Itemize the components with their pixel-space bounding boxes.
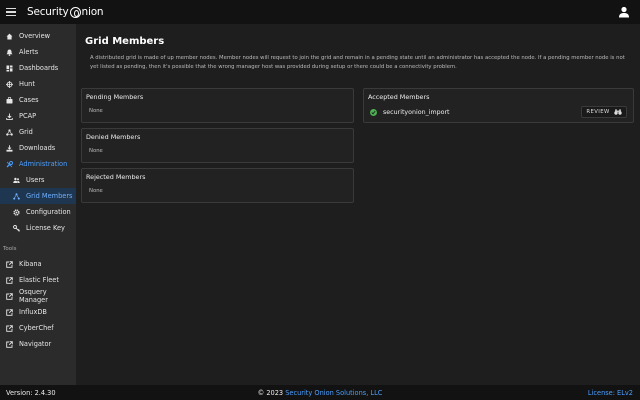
- sidebar-item-label: Administration: [19, 160, 68, 168]
- sidebar-item-cyberchef[interactable]: CyberChef: [0, 320, 76, 336]
- empty-text: None: [89, 148, 103, 154]
- brand-logo[interactable]: Security nion: [27, 6, 104, 18]
- grid-icon: [6, 128, 13, 136]
- sidebar-item-label: Cases: [19, 96, 39, 104]
- download-tray-icon: [6, 144, 13, 152]
- sidebar-item-downloads[interactable]: Downloads: [0, 140, 76, 156]
- crosshair-icon: [6, 80, 13, 88]
- accepted-members-card: Accepted Members securityonion_import RE…: [363, 88, 634, 123]
- empty-text: None: [89, 108, 103, 114]
- company-link[interactable]: Security Onion Solutions, LLC: [285, 389, 382, 397]
- card-title: Denied Members: [86, 133, 141, 141]
- external-link-icon: [6, 340, 13, 348]
- sidebar-item-grid[interactable]: Grid: [0, 124, 76, 140]
- sidebar-item-label: Hunt: [19, 80, 35, 88]
- sidebar-item-navigator[interactable]: Navigator: [0, 336, 76, 352]
- page-description: A distributed grid is made of up member …: [90, 55, 625, 70]
- sidebar-item-hunt[interactable]: Hunt: [0, 76, 76, 92]
- card-title: Rejected Members: [86, 173, 146, 181]
- sidebar-item-label: Downloads: [19, 144, 56, 152]
- card-title: Pending Members: [86, 93, 144, 101]
- sidebar-item-overview[interactable]: Overview: [0, 28, 76, 44]
- sidebar-item-pcap[interactable]: PCAP: [0, 108, 76, 124]
- sidebar-item-label: Osquery Manager: [19, 288, 48, 304]
- rejected-members-card: Rejected Members None: [81, 168, 354, 203]
- sidebar-item-cases[interactable]: Cases: [0, 92, 76, 108]
- tools-section-label: Tools: [3, 246, 17, 252]
- review-button[interactable]: REVIEW: [581, 106, 627, 118]
- sidebar-item-influxdb[interactable]: InfluxDB: [0, 304, 76, 320]
- empty-text: None: [89, 188, 103, 194]
- tools-icon: [6, 160, 13, 168]
- brand-text-left: Security: [27, 6, 69, 18]
- key-icon: [13, 224, 20, 232]
- sidebar-item-dashboards[interactable]: Dashboards: [0, 60, 76, 76]
- sidebar-item-label: Elastic Fleet: [19, 276, 59, 284]
- check-circle-icon: [370, 108, 377, 116]
- copyright-text: © 2023 Security Onion Solutions, LLC: [0, 389, 640, 397]
- sidebar-item-label: Grid Members: [26, 192, 73, 200]
- network-icon: [13, 192, 20, 200]
- external-link-icon: [6, 260, 13, 268]
- sidebar-item-configuration[interactable]: Configuration: [0, 204, 76, 220]
- sidebar-item-label: Configuration: [26, 208, 71, 216]
- download-icon: [6, 113, 13, 120]
- sidebar: Overview Alerts Dashboards Hunt Cases PC…: [0, 24, 76, 385]
- home-icon: [6, 33, 13, 40]
- sidebar-item-label: Dashboards: [19, 64, 59, 72]
- sidebar-item-kibana[interactable]: Kibana: [0, 256, 76, 272]
- sidebar-item-osquery-manager[interactable]: Osquery Manager: [0, 288, 76, 304]
- external-link-icon: [6, 308, 13, 316]
- sidebar-item-label: CyberChef: [19, 324, 54, 332]
- sidebar-item-label: License Key: [26, 224, 65, 232]
- sidebar-item-label: Alerts: [19, 48, 39, 56]
- review-button-label: REVIEW: [586, 109, 610, 115]
- sidebar-item-users[interactable]: Users: [0, 172, 76, 188]
- copyright-prefix: © 2023: [257, 389, 286, 397]
- page-title: Grid Members: [85, 36, 165, 47]
- sidebar-item-label: Grid: [19, 128, 33, 136]
- binoculars-icon: [613, 109, 622, 115]
- users-icon: [13, 177, 20, 184]
- hamburger-icon[interactable]: [6, 8, 16, 16]
- license-link[interactable]: License: ELv2: [588, 389, 633, 397]
- main-content: Grid Members A distributed grid is made …: [76, 24, 640, 385]
- sidebar-item-label: PCAP: [19, 112, 37, 120]
- sidebar-item-license-key[interactable]: License Key: [0, 220, 76, 236]
- footer: Version: 2.4.30 © 2023 Security Onion So…: [0, 385, 640, 400]
- pending-members-card: Pending Members None: [81, 88, 354, 123]
- bell-icon: [6, 49, 13, 56]
- top-bar: Security nion: [0, 0, 640, 24]
- dashboard-icon: [6, 65, 13, 72]
- sidebar-item-label: InfluxDB: [19, 308, 47, 316]
- sidebar-item-label: Kibana: [19, 260, 42, 268]
- gear-icon: [13, 208, 20, 216]
- external-link-icon: [6, 324, 13, 332]
- sidebar-item-label: Overview: [19, 32, 51, 40]
- sidebar-item-alerts[interactable]: Alerts: [0, 44, 76, 60]
- denied-members-card: Denied Members None: [81, 128, 354, 163]
- brand-text-right: nion: [81, 6, 104, 18]
- external-link-icon: [6, 276, 13, 284]
- sidebar-item-label: Users: [26, 176, 45, 184]
- onion-logo-icon: [69, 6, 81, 18]
- briefcase-icon: [6, 96, 13, 104]
- card-title: Accepted Members: [368, 93, 430, 101]
- member-name: securityonion_import: [383, 108, 450, 116]
- sidebar-item-administration[interactable]: Administration: [0, 156, 76, 172]
- list-item: securityonion_import REVIEW: [370, 105, 627, 119]
- account-icon[interactable]: [618, 6, 630, 18]
- sidebar-item-elastic-fleet[interactable]: Elastic Fleet: [0, 272, 76, 288]
- sidebar-item-grid-members[interactable]: Grid Members: [0, 188, 76, 204]
- sidebar-item-label: Navigator: [19, 340, 52, 348]
- external-link-icon: [6, 292, 13, 300]
